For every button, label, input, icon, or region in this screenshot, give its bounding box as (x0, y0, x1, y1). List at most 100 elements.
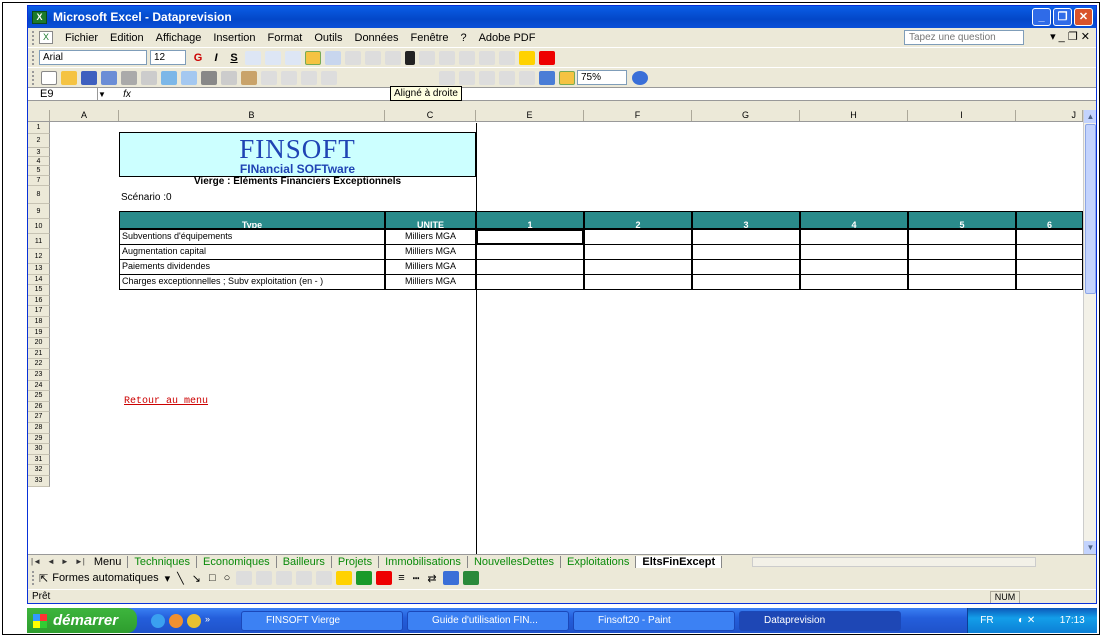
value-cell[interactable] (908, 259, 1016, 275)
task-guide[interactable]: Guide d'utilisation FIN... (407, 610, 569, 631)
media-icon[interactable] (169, 613, 183, 628)
align-center-icon[interactable] (265, 50, 281, 65)
type-cell[interactable]: Charges exceptionnelles ; Subv exploitat… (119, 274, 385, 290)
value-cell[interactable] (908, 244, 1016, 260)
row-header[interactable]: 29 (28, 433, 50, 445)
ie-icon[interactable] (151, 613, 165, 628)
row-header[interactable]: 3 (28, 148, 50, 157)
hyperlink-icon[interactable] (459, 70, 475, 85)
value-cell[interactable] (584, 274, 692, 290)
row-header[interactable]: 12 (28, 249, 50, 264)
save-icon[interactable] (81, 70, 97, 85)
zoom-select[interactable]: 75% (577, 70, 627, 85)
row-header[interactable]: 2 (28, 134, 50, 148)
minimize-button[interactable]: _ (1032, 8, 1051, 26)
language-indicator[interactable]: FR (980, 615, 993, 626)
column-header[interactable]: J (1016, 110, 1083, 121)
align-justify-icon[interactable] (285, 50, 301, 65)
retour-menu-link[interactable]: Retour au menu (124, 396, 208, 407)
value-cell[interactable] (584, 229, 692, 245)
tab-exploitations[interactable]: Exploitations (561, 555, 637, 568)
paste-icon[interactable] (241, 70, 257, 85)
tray-icons[interactable]: ◐ ✕ (1018, 615, 1035, 626)
value-cell[interactable] (584, 259, 692, 275)
row-header[interactable]: 7 (28, 176, 50, 186)
select-all-corner[interactable] (28, 110, 50, 121)
decrease-decimal-icon[interactable] (439, 50, 455, 65)
merge-center-icon[interactable] (325, 50, 341, 65)
align-left-icon[interactable] (245, 50, 261, 65)
research-icon[interactable] (181, 70, 197, 85)
font-select[interactable]: Arial (39, 50, 147, 65)
open-icon[interactable] (61, 70, 77, 85)
wordart-icon[interactable] (256, 571, 273, 585)
row-header[interactable]: 21 (28, 348, 50, 360)
unit-cell[interactable]: Milliers MGA (385, 229, 476, 245)
row-header[interactable]: 1 (28, 122, 50, 134)
unit-cell[interactable]: Milliers MGA (385, 244, 476, 260)
value-cell[interactable] (800, 229, 908, 245)
row-header[interactable]: 9 (28, 204, 50, 219)
shadow-icon[interactable] (442, 571, 459, 585)
help-icon[interactable] (632, 70, 648, 85)
column-header[interactable]: E (476, 110, 584, 121)
row-header[interactable]: 26 (28, 401, 50, 413)
oval-icon[interactable]: ○ (224, 572, 231, 584)
italic-button[interactable]: I (208, 52, 224, 64)
tab-projets[interactable]: Projets (332, 555, 380, 568)
borders-icon[interactable] (499, 50, 515, 65)
tab-immobilisations[interactable]: Immobilisations (379, 555, 468, 568)
format-painter-icon[interactable] (261, 70, 277, 85)
close-button[interactable]: ✕ (1074, 8, 1093, 26)
drawing-icon[interactable] (559, 70, 575, 85)
insert-hyperlink-icon[interactable] (281, 70, 297, 85)
value-cell[interactable] (800, 244, 908, 260)
tab-menu[interactable]: Menu (88, 555, 129, 568)
picture-icon[interactable] (316, 571, 333, 585)
column-header[interactable]: G (692, 110, 800, 121)
clipart-icon[interactable] (296, 571, 313, 585)
insert-function-icon[interactable]: fx (112, 89, 142, 100)
column-header[interactable]: H (800, 110, 908, 121)
scroll-down-icon[interactable]: ▼ (1084, 541, 1096, 554)
euro-icon[interactable] (405, 50, 415, 65)
formula-input[interactable] (142, 88, 1096, 100)
align-right-icon[interactable] (305, 50, 321, 65)
thousands-icon[interactable] (385, 50, 401, 65)
copy-icon[interactable] (221, 70, 237, 85)
next-sheet-icon[interactable]: ► (58, 557, 72, 566)
value-cell[interactable] (692, 244, 800, 260)
fill-color-icon[interactable] (336, 571, 353, 585)
spelling-icon[interactable] (161, 70, 177, 85)
type-cell[interactable]: Augmentation capital (119, 244, 385, 260)
autoshapes-menu[interactable]: Formes automatiques (52, 572, 158, 584)
row-header[interactable]: 22 (28, 359, 50, 370)
value-cell[interactable] (476, 259, 584, 275)
menu-adobe-pdf[interactable]: Adobe PDF (473, 32, 542, 44)
value-cell[interactable] (1016, 274, 1083, 290)
menu-fenetre[interactable]: Fenêtre (405, 32, 455, 44)
sort-ascending-icon[interactable] (499, 70, 515, 85)
unit-cell[interactable]: Milliers MGA (385, 259, 476, 275)
font-size-select[interactable]: 12 (150, 50, 186, 65)
row-header[interactable]: 14 (28, 274, 50, 286)
chevron-right-icon[interactable]: » (205, 614, 210, 628)
column-header[interactable]: C (385, 110, 476, 121)
active-cell[interactable] (476, 229, 584, 245)
value-cell[interactable] (1016, 244, 1083, 260)
row-header[interactable]: 5 (28, 166, 50, 176)
insert-chart-icon[interactable] (439, 70, 455, 85)
scroll-thumb[interactable] (1085, 124, 1096, 294)
start-button[interactable]: démarrer (27, 608, 137, 633)
type-cell[interactable]: Paiements dividendes (119, 259, 385, 275)
workbook-icon[interactable]: X (39, 31, 53, 44)
horizontal-scrollbar[interactable] (752, 556, 1036, 567)
row-header[interactable]: 16 (28, 295, 50, 307)
line-color-icon[interactable] (356, 571, 373, 585)
row-header[interactable]: 32 (28, 465, 50, 476)
print-icon[interactable] (121, 70, 137, 85)
row-header[interactable]: 15 (28, 285, 50, 296)
fill-color-icon[interactable] (519, 50, 535, 65)
type-cell[interactable]: Subventions d'équipements (119, 229, 385, 245)
first-sheet-icon[interactable]: |◄ (28, 557, 44, 566)
